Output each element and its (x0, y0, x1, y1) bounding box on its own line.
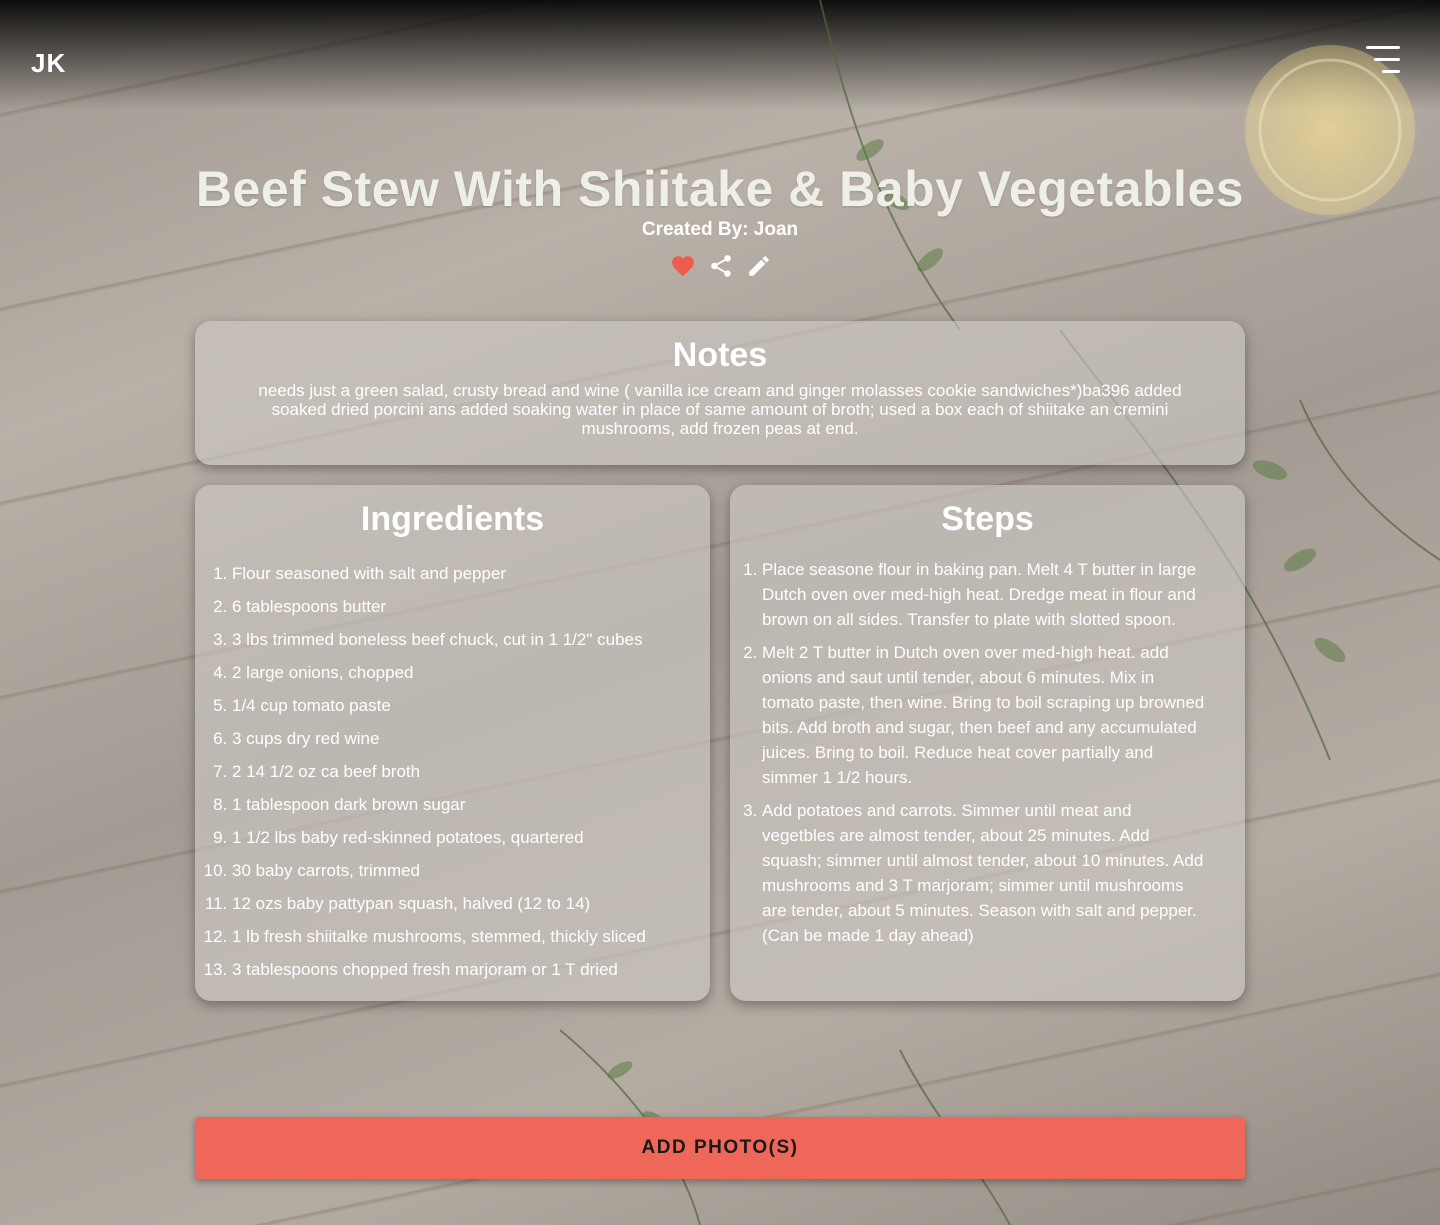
ingredient-item: 2 large onions, chopped (232, 656, 710, 689)
ingredient-item: 1 1/2 lbs baby red-skinned potatoes, qua… (232, 821, 710, 854)
ingredient-item: 6 tablespoons butter (232, 590, 710, 623)
notes-heading: Notes (672, 336, 768, 374)
notes-card: Notes needs just a green salad, crusty b… (195, 321, 1245, 465)
steps-card: Steps Place seasone flour in baking pan.… (730, 485, 1245, 1001)
recipe-actions (670, 251, 780, 281)
heart-icon[interactable] (670, 253, 696, 279)
recipe-author: Created By: Joan (641, 219, 799, 240)
hamburger-menu-icon[interactable] (1366, 46, 1400, 74)
pencil-icon[interactable] (746, 253, 772, 279)
brand-logo[interactable]: JK (31, 48, 66, 79)
ingredient-item: 3 lbs trimmed boneless beef chuck, cut i… (232, 623, 710, 656)
ingredient-item: Flour seasoned with salt and pepper (232, 557, 710, 590)
step-item: Add potatoes and carrots. Simmer until m… (762, 798, 1205, 948)
share-icon[interactable] (708, 253, 734, 279)
ingredient-item: 2 14 1/2 oz ca beef broth (232, 755, 710, 788)
ingredient-item: 3 cups dry red wine (232, 722, 710, 755)
ingredients-card: Ingredients Flour seasoned with salt and… (195, 485, 710, 1001)
steps-list: Place seasone flour in baking pan. Melt … (730, 557, 1245, 948)
ingredient-item: 12 ozs baby pattypan squash, halved (12 … (232, 887, 710, 920)
ingredients-heading: Ingredients (360, 500, 545, 538)
step-item: Melt 2 T butter in Dutch oven over med-h… (762, 640, 1205, 790)
steps-heading: Steps (941, 500, 1034, 538)
ingredient-item: 30 baby carrots, trimmed (232, 854, 710, 887)
ingredient-item: 1 lb fresh shiitalke mushrooms, stemmed,… (232, 920, 710, 953)
step-item: Place seasone flour in baking pan. Melt … (762, 557, 1205, 632)
ingredient-item: 1/4 cup tomato paste (232, 689, 710, 722)
ingredient-item: 1 tablespoon dark brown sugar (232, 788, 710, 821)
recipe-title: Beef Stew With Shiitake & Baby Vegetable… (195, 161, 1245, 217)
notes-text: needs just a green salad, crusty bread a… (258, 381, 1182, 438)
add-photo-button[interactable]: ADD PHOTO(S) (195, 1117, 1245, 1179)
ingredients-list: Flour seasoned with salt and pepper 6 ta… (195, 557, 710, 986)
ingredient-item: 3 tablespoons chopped fresh marjoram or … (232, 953, 710, 986)
